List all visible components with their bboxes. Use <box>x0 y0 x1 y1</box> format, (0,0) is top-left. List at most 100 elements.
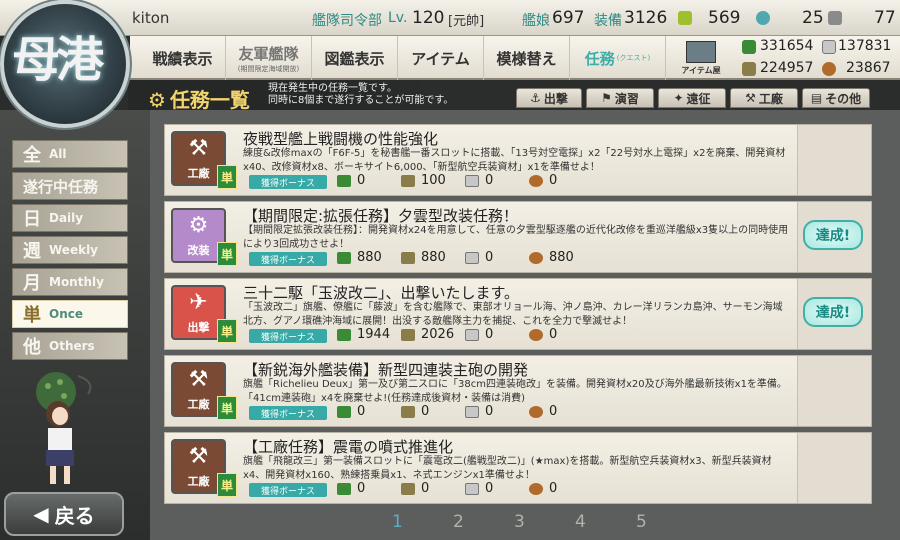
reward-value: 0 <box>549 481 558 496</box>
complete-badge[interactable]: 達成! <box>803 220 863 250</box>
quest-item[interactable]: ⚙ 改装 単 【期間限定:拡張任務】夕雲型改装任務！ 【期間限定拡張改装任務】：開… <box>164 201 872 273</box>
ammo-icon <box>401 482 415 495</box>
quest-status-cell: 達成! <box>797 202 871 272</box>
category-label: 工廠 <box>187 398 210 411</box>
tab-label: 遠征 <box>686 91 711 106</box>
item-shop-button[interactable]: アイテム屋 <box>670 36 732 80</box>
sidebar-item-label: 遂行中任務 <box>23 177 99 196</box>
page-4-button[interactable]: 4 <box>575 512 586 532</box>
ammo-icon <box>401 251 415 264</box>
tab-label: 工廠 <box>758 91 783 106</box>
quest-item[interactable]: ⚒ 工廠 単 夜戦型艦上戦闘機の性能強化 練度&改修maxの「F6F-5」を秘書艦… <box>164 124 872 196</box>
compass-icon: ✦ <box>673 91 684 105</box>
reward-value: 880 <box>421 250 446 265</box>
home-port-logo[interactable]: 母港 <box>0 0 130 128</box>
page-1-button[interactable]: 1 <box>392 512 403 532</box>
bauxite-icon <box>529 328 543 341</box>
complete-badge[interactable]: 達成! <box>803 297 863 327</box>
quest-title: 【工廠任務】震電の噴式推進化 <box>243 438 454 456</box>
bauxite-icon <box>529 251 543 264</box>
reward-value: 0 <box>421 404 430 419</box>
tab-exercise[interactable]: ⚑ 演習 <box>586 88 654 108</box>
quest-title: 夜戦型艦上戦闘機の性能強化 <box>243 130 439 148</box>
tab-label: その他 <box>825 91 862 106</box>
reward-value: 0 <box>485 250 494 265</box>
shop-icon <box>686 40 716 63</box>
page-5-button[interactable]: 5 <box>636 512 647 532</box>
username: kiton <box>132 9 170 27</box>
development-material-count: 25 <box>802 8 824 28</box>
menu-encyclopedia[interactable]: 図鑑表示 <box>312 36 398 80</box>
airplane-icon: ✈ <box>189 290 208 315</box>
page-description: 現在発生中の任務一覧です。 同時に8個まで遂行することが可能です。 <box>268 83 453 107</box>
steel-amount: 137831 <box>838 38 892 54</box>
steel-icon <box>465 405 479 418</box>
menu-label: 任務 <box>584 49 615 68</box>
tab-sortie[interactable]: ⚓ 出撃 <box>516 88 582 108</box>
fuel-icon <box>337 405 351 418</box>
quest-item[interactable]: ⚒ 工廠 単 【新鋭海外艦装備】新型四連装主砲の開発 旗艦「Richelieu D… <box>164 355 872 427</box>
sidebar-item-monthly[interactable]: 月 Monthly <box>12 268 128 296</box>
reward-steel: 0 <box>465 173 493 188</box>
sidebar-item-sublabel: Once <box>49 307 83 321</box>
quest-status-cell <box>797 356 871 426</box>
ship-count: 697 <box>552 8 585 28</box>
menu-friend-fleet[interactable]: 友軍艦隊 (期間限定海域開放) <box>226 36 312 80</box>
bonus-label: 獲得ボーナス <box>249 252 327 266</box>
frequency-badge: 単 <box>217 473 237 497</box>
reward-fuel: 1944 <box>337 327 390 342</box>
book-icon: ▤ <box>810 91 823 105</box>
equip-count: 3126 <box>624 8 668 28</box>
ship-label: 艦娘 <box>522 13 550 29</box>
quest-item[interactable]: ✈ 出撃 単 三十二駆「玉波改二」、出撃いたします。 「玉波改二」旗艦、僚艦に「藤… <box>164 278 872 350</box>
sidebar-item-others[interactable]: 他 Others <box>12 332 128 360</box>
sidebar-item-once[interactable]: 単 Once <box>12 300 128 328</box>
page-3-button[interactable]: 3 <box>514 512 525 532</box>
quest-description: 旗艦「Richelieu Deux」第一及び第二スロに「38cm四連装砲改」を装… <box>243 379 787 404</box>
tab-arsenal[interactable]: ⚒ 工廠 <box>730 88 798 108</box>
wrench-icon: ⚒ <box>745 91 756 105</box>
menu-record[interactable]: 戦績表示 <box>140 36 226 80</box>
back-label: 戻る <box>54 503 95 528</box>
reward-value: 0 <box>549 173 558 188</box>
hq-label: 艦隊司令部 <box>312 13 382 29</box>
menu-items[interactable]: アイテム <box>398 36 484 80</box>
menu-label: 図鑑表示 <box>324 49 385 68</box>
menu-quests[interactable]: 任務 (クエスト) <box>570 36 666 80</box>
reward-value: 100 <box>421 173 446 188</box>
secretary-ship-avatar[interactable] <box>18 370 108 490</box>
tab-expedition[interactable]: ✦ 遠征 <box>658 88 726 108</box>
ammo-icon <box>401 405 415 418</box>
back-button[interactable]: ◀ 戻る <box>4 492 124 536</box>
sidebar-item-all[interactable]: 全 All <box>12 140 128 168</box>
category-label: 改装 <box>187 244 210 257</box>
sidebar-item-weekly[interactable]: 週 Weekly <box>12 236 128 264</box>
reward-steel: 0 <box>465 404 493 419</box>
reward-fuel: 880 <box>337 250 382 265</box>
quest-item[interactable]: ⚒ 工廠 単 【工廠任務】震電の噴式推進化 旗艦「飛龍改三」第一装備スロットに「震… <box>164 432 872 504</box>
reward-value: 0 <box>549 327 558 342</box>
bonus-label: 獲得ボーナス <box>249 483 327 497</box>
reward-value: 0 <box>485 481 494 496</box>
quest-description: 旗艦「飛龍改三」第一装備スロットに「震電改二(艦戦型改二)」(★max)を搭載。… <box>243 456 772 481</box>
reward-bauxite: 0 <box>529 173 557 188</box>
menu-furniture[interactable]: 模様替え <box>484 36 570 80</box>
page-2-button[interactable]: 2 <box>453 512 464 532</box>
quest-status-cell <box>797 433 871 503</box>
frequency-badge: 単 <box>217 165 237 189</box>
bauxite-icon <box>822 62 836 76</box>
quest-status-cell: 達成! <box>797 279 871 349</box>
tab-others[interactable]: ▤ その他 <box>802 88 870 108</box>
sidebar-item-daily[interactable]: 日 Daily <box>12 204 128 232</box>
gear-icon: ⚙ <box>188 213 209 238</box>
reward-ammo: 0 <box>401 404 429 419</box>
page-title: 任務一覧 <box>169 88 250 112</box>
back-arrow-icon: ◀ <box>33 502 49 526</box>
reward-bauxite: 880 <box>529 250 574 265</box>
ammo-amount: 224957 <box>760 60 814 76</box>
frequency-badge: 単 <box>217 242 237 266</box>
sidebar-item-in-progress[interactable]: 遂行中任務 <box>12 172 128 200</box>
category-label: 出撃 <box>187 321 210 334</box>
sidebar-item-label: 月 <box>23 273 41 294</box>
bauxite-amount: 23867 <box>846 60 891 76</box>
